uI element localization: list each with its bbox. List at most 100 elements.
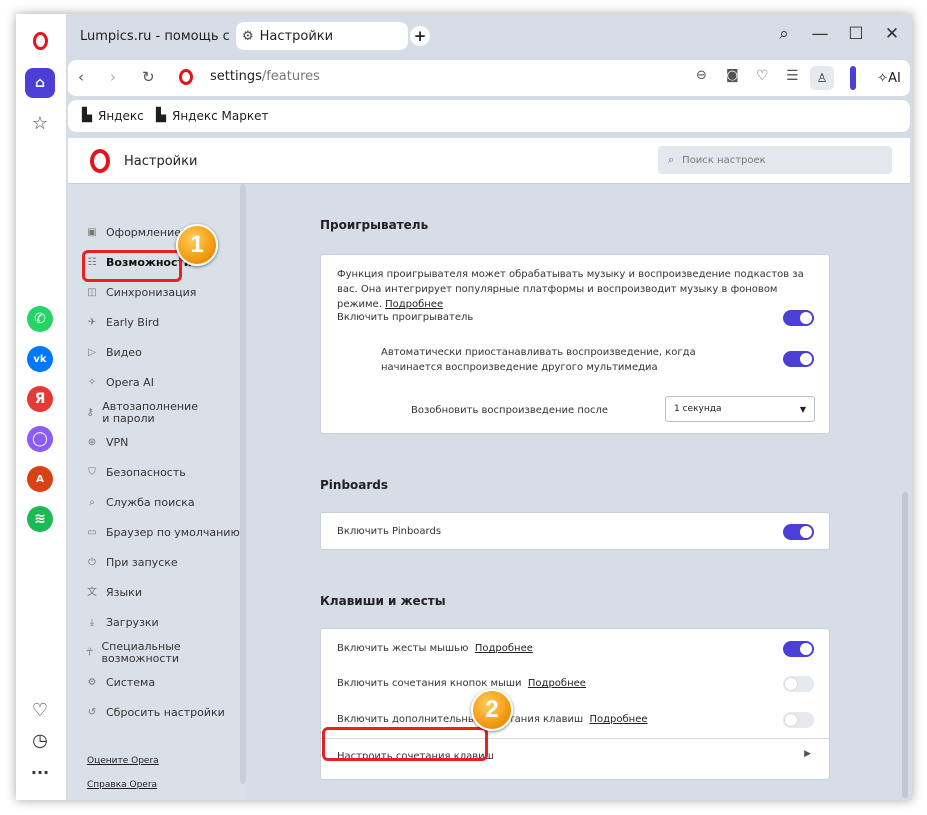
play-icon: ▷ — [88, 347, 96, 358]
key-icon: ⚷ — [86, 407, 94, 418]
maximize-button[interactable]: ☐ — [844, 24, 868, 44]
rocker-gestures-toggle[interactable] — [783, 676, 814, 692]
address-bar: ‹ › ↻ settings/features ⊖ ◙ ♡ ☰ ♙ — [68, 60, 910, 96]
clock-icon[interactable]: ◷ — [25, 725, 55, 755]
nav-item-opera-ai[interactable]: ✧ Opera AI — [86, 377, 154, 389]
chevron-down-icon: ▼ — [799, 404, 806, 414]
new-tab-button[interactable]: + — [410, 26, 430, 46]
search-icon: ⌕ — [668, 153, 675, 166]
section-title-keys: Клавиши и жесты — [320, 594, 446, 608]
opera-logo-icon[interactable] — [33, 32, 48, 54]
spotify-icon[interactable]: ≋ — [27, 506, 53, 532]
page-title: Настройки — [124, 154, 198, 169]
zoom-icon[interactable]: ⊖ — [696, 68, 707, 83]
close-button[interactable]: ✕ — [880, 24, 904, 44]
enable-player-label: Включить проигрыватель — [337, 312, 474, 323]
player-description: Функция проигрывателя может обрабатывать… — [337, 269, 804, 310]
bookmark-yandex[interactable]: ▙ Яндекс — [82, 108, 144, 123]
extra-more-link[interactable]: Подробнее — [589, 714, 647, 725]
gear-icon: ⚙ — [242, 28, 254, 44]
nav-scrollbar[interactable] — [240, 184, 246, 784]
resume-after-label: Возобновить воспроизведение после — [411, 405, 609, 416]
nav-item-video[interactable]: ▷ Видео — [86, 347, 142, 359]
rocker-more-link[interactable]: Подробнее — [528, 678, 586, 689]
download-icon: ⤓ — [89, 617, 95, 628]
search-icon: ⌕ — [89, 497, 95, 508]
forward-icon[interactable]: › — [110, 68, 116, 86]
pinboards-card: Включить Pinboards — [320, 512, 830, 550]
nav-item-sync[interactable]: ◫ Синхронизация — [86, 287, 196, 299]
sparkle-icon: ✧ — [877, 70, 889, 86]
heart-icon[interactable]: ♡ — [25, 695, 55, 725]
aria-indicator — [850, 66, 856, 90]
chevron-right-icon[interactable]: ▶ — [804, 749, 811, 759]
home-icon[interactable]: ⌂ — [25, 68, 55, 98]
bookmark-yandex-market[interactable]: ▙ Яндекс Маркет — [156, 108, 268, 123]
nav-item-accessibility[interactable]: ☥ Специальные возможности — [86, 641, 196, 665]
nav-item-system[interactable]: ⚙ Система — [86, 677, 156, 689]
section-title-pinboards: Pinboards — [320, 478, 389, 492]
nav-item-languages[interactable]: 文 Языки — [86, 587, 142, 599]
document-icon: ▙ — [82, 108, 92, 123]
nav-item-downloads[interactable]: ⤓ Загрузки — [86, 617, 159, 629]
nav-item-early-bird[interactable]: ✈ Early Bird — [86, 317, 159, 329]
page-scrollbar[interactable] — [902, 492, 908, 798]
language-icon: 文 — [87, 587, 97, 598]
star-icon[interactable]: ☆ — [25, 108, 55, 138]
easy-setup-icon[interactable]: ☰ — [786, 68, 799, 84]
minimize-button[interactable]: — — [808, 24, 832, 44]
more-icon[interactable]: ··· — [25, 757, 55, 787]
mouse-gestures-toggle[interactable] — [783, 641, 814, 657]
url-field[interactable]: settings/features — [210, 69, 320, 84]
tab-settings[interactable]: ⚙ Настройки — [236, 22, 408, 50]
tab-search-icon[interactable]: ⌕ — [772, 24, 796, 44]
accessibility-icon: ☥ — [86, 647, 94, 658]
mouse-gestures-label: Включить жесты мышью Подробнее — [337, 643, 533, 654]
extra-shortcuts-toggle[interactable] — [783, 712, 814, 728]
highlight-configure-shortcuts — [322, 727, 488, 761]
enable-player-toggle[interactable] — [783, 310, 814, 326]
whatsapp-icon[interactable]: ✆ — [27, 306, 53, 332]
tab-lumpics[interactable]: Lumpics.ru - помощь с ко — [68, 22, 234, 50]
resume-after-select[interactable]: 1 секунда ▼ — [665, 396, 815, 422]
step-badge-2: 2 — [471, 689, 513, 731]
opera-help-link[interactable]: Справка Opera — [87, 780, 157, 790]
tab-title: Lumpics.ru - помощь с ко — [80, 28, 234, 44]
rate-opera-link[interactable]: Оцените Opera — [87, 756, 159, 766]
player-card: Функция проигрывателя может обрабатывать… — [320, 254, 830, 434]
auto-pause-toggle[interactable] — [783, 351, 814, 367]
nav-item-default-browser[interactable]: ▭ Браузер по умолчанию — [86, 527, 239, 539]
settings-content: Проигрыватель Функция проигрывателя може… — [250, 184, 910, 800]
alice-icon[interactable]: ◯ — [27, 426, 53, 452]
rocker-gestures-label: Включить сочетания кнопок мыши Подробнее — [337, 678, 586, 689]
document-icon: ▙ — [156, 108, 166, 123]
back-icon[interactable]: ‹ — [78, 68, 84, 86]
enable-pinboards-label: Включить Pinboards — [337, 526, 442, 537]
reload-icon[interactable]: ↻ — [142, 68, 155, 86]
enable-pinboards-toggle[interactable] — [783, 524, 814, 540]
gestures-more-link[interactable]: Подробнее — [475, 643, 533, 654]
auto-pause-label: Автоматически приостанавливать воспроизв… — [381, 347, 696, 373]
nav-item-reset[interactable]: ↺ Сбросить настройки — [86, 707, 225, 719]
browser-icon: ▭ — [87, 527, 97, 538]
translate-icon[interactable]: A — [27, 466, 53, 492]
nav-item-on-startup[interactable]: ⏻ При запуске — [86, 557, 178, 569]
profile-icon[interactable]: ♙ — [810, 66, 834, 90]
camera-icon[interactable]: ◙ — [726, 68, 739, 83]
nav-item-autofill[interactable]: ⚷ Автозаполнение и пароли — [86, 401, 206, 425]
nav-item-vpn[interactable]: ⊛ VPN — [86, 437, 129, 449]
settings-search-input[interactable]: ⌕ Поиск настроек — [658, 146, 892, 174]
ai-button[interactable]: ✧ AI — [868, 62, 910, 94]
yandex-icon[interactable]: Я — [27, 386, 53, 412]
opera-logo-icon — [90, 149, 110, 177]
vk-icon[interactable]: vk — [27, 346, 53, 372]
nav-item-security[interactable]: ⛉ Безопасность — [86, 467, 185, 479]
nav-item-search-engine[interactable]: ⌕ Служба поиска — [86, 497, 194, 509]
heart-icon[interactable]: ♡ — [756, 68, 769, 84]
nav-item-appearance[interactable]: ▣ Оформление — [86, 227, 181, 239]
player-more-link[interactable]: Подробнее — [385, 299, 443, 310]
power-icon: ⏻ — [88, 557, 96, 568]
section-title-player: Проигрыватель — [320, 218, 429, 232]
tab-bar: Lumpics.ru - помощь с ко ⚙ Настройки + ⌕… — [66, 14, 912, 56]
vpn-icon: ⊛ — [87, 437, 97, 448]
